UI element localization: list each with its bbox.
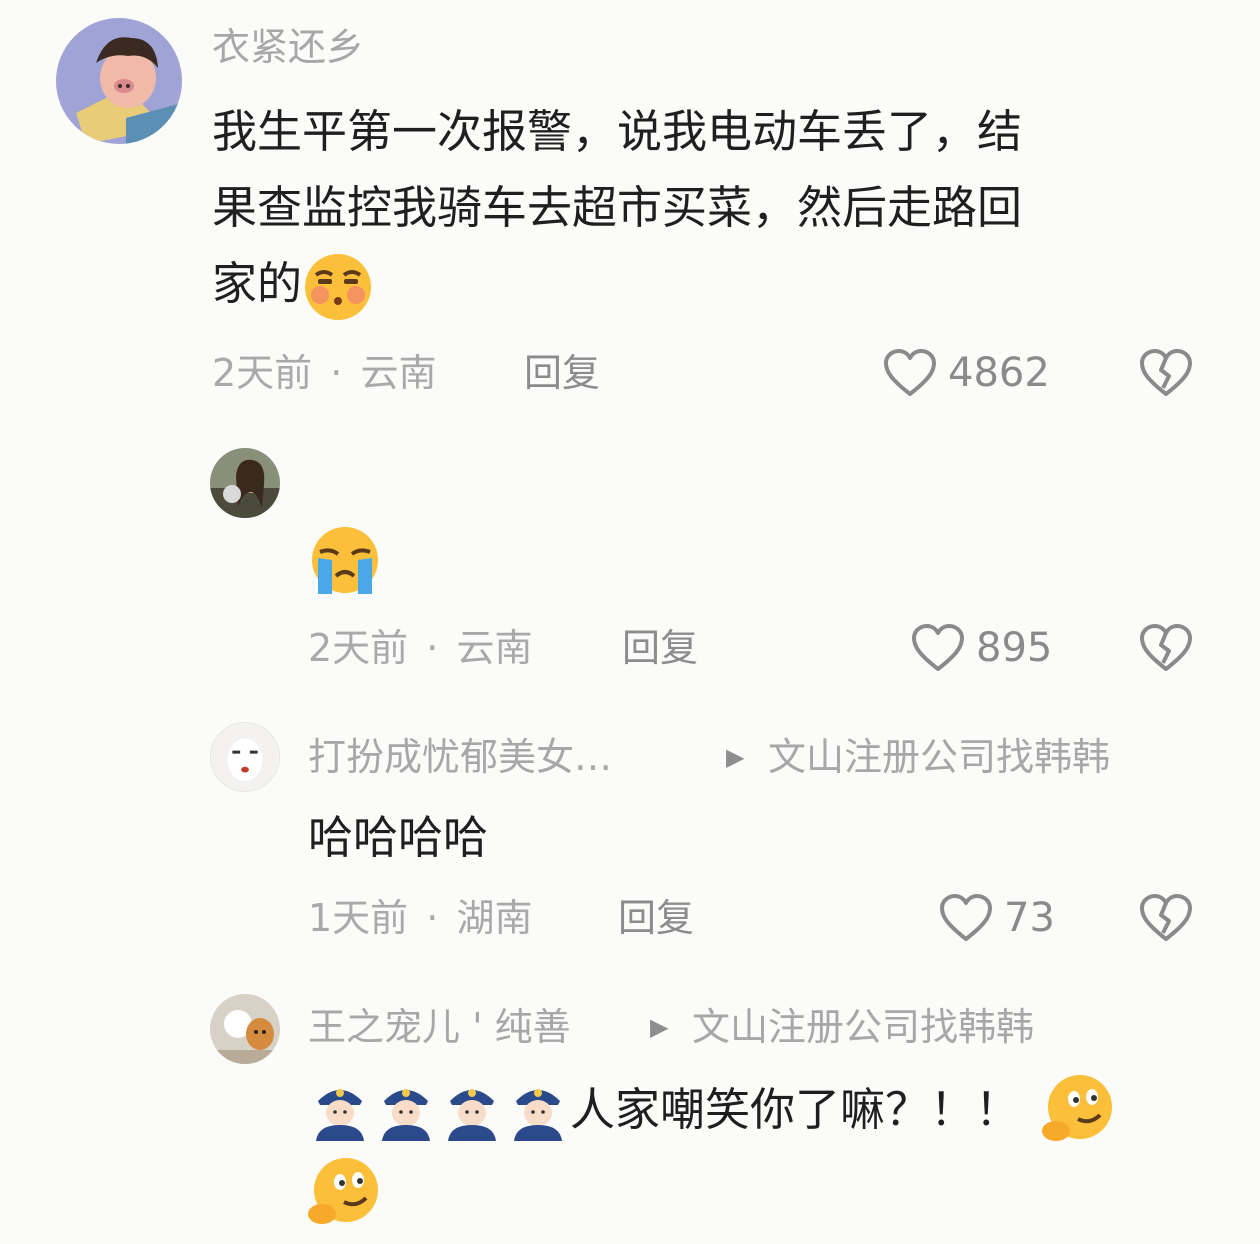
reply-button[interactable]: 回复 <box>524 348 600 398</box>
comment-time: 1天前 <box>308 896 409 940</box>
thinking-smirk-emoji-icon <box>306 1156 382 1230</box>
comment-time: 2天前 <box>212 351 313 395</box>
comment-meta: 2天前 · 云南 <box>212 348 436 398</box>
crying-face-emoji-icon <box>308 524 382 596</box>
thinking-smirk-emoji-icon <box>1040 1073 1116 1147</box>
police-officer-emoji-icon <box>510 1079 566 1141</box>
comment-content <box>306 1156 382 1230</box>
separator: · <box>426 626 439 670</box>
like-button[interactable]: 895 <box>910 623 1052 673</box>
comment-username[interactable]: 打扮成忧郁美女… <box>308 732 612 782</box>
like-button[interactable]: 73 <box>938 893 1055 943</box>
avatar[interactable] <box>210 448 280 518</box>
reply-arrow-icon: ▶ <box>650 1013 669 1041</box>
comment-meta: 1天前 · 湖南 <box>308 893 532 943</box>
like-count: 4862 <box>948 350 1050 396</box>
avatar[interactable] <box>210 722 280 792</box>
heart-icon <box>884 349 936 396</box>
comment-text: 人家嘲笑你了嘛？！！ <box>570 1083 1021 1136</box>
reply-to-username[interactable]: 文山注册公司找韩韩 <box>692 1002 1034 1052</box>
reply-to-username[interactable]: 文山注册公司找韩韩 <box>768 732 1110 782</box>
comment-text-line: 家的 <box>212 246 374 323</box>
comment-username[interactable]: 王之宠儿 ' 纯善 <box>308 1002 571 1052</box>
comment-location: 湖南 <box>456 896 533 940</box>
comment-location: 云南 <box>456 626 533 670</box>
comment-username[interactable]: 衣紧还乡 <box>212 22 364 72</box>
comment-content: 人家嘲笑你了嘛？！！ <box>312 1072 1116 1148</box>
reply-button[interactable]: 回复 <box>622 623 698 673</box>
comment-text: 哈哈哈哈 <box>308 811 489 864</box>
comment-text-line: 我生平第一次报警，说我电动车丢了，结 <box>212 105 1023 158</box>
dislike-button[interactable] <box>1138 623 1194 673</box>
broken-heart-icon <box>1140 624 1192 671</box>
like-count: 895 <box>976 625 1053 671</box>
heart-icon <box>940 894 992 941</box>
police-officer-emoji-icon <box>378 1079 434 1141</box>
avatar[interactable] <box>56 18 182 144</box>
like-count: 73 <box>1004 895 1055 941</box>
comment-time: 2天前 <box>308 626 409 670</box>
dislike-button[interactable] <box>1138 348 1194 398</box>
separator: · <box>426 896 439 940</box>
broken-heart-icon <box>1140 894 1192 941</box>
comment-text: 家的 <box>212 257 303 310</box>
comment-text-line: 果查监控我骑车去超市买菜，然后走路回 <box>212 181 1023 234</box>
comment-location: 云南 <box>360 351 437 395</box>
separator: · <box>330 351 343 395</box>
police-officer-emoji-icon <box>312 1079 368 1141</box>
like-button[interactable]: 4862 <box>882 348 1050 398</box>
comment-meta: 2天前 · 云南 <box>308 623 532 673</box>
broken-heart-icon <box>1140 349 1192 396</box>
dislike-button[interactable] <box>1138 893 1194 943</box>
reply-button[interactable]: 回复 <box>618 893 694 943</box>
police-officer-emoji-icon <box>444 1079 500 1141</box>
smirk-blush-emoji-icon <box>302 251 374 323</box>
reply-arrow-icon: ▶ <box>726 743 745 771</box>
heart-icon <box>912 624 964 671</box>
comment-content <box>308 524 382 596</box>
avatar[interactable] <box>210 994 280 1064</box>
